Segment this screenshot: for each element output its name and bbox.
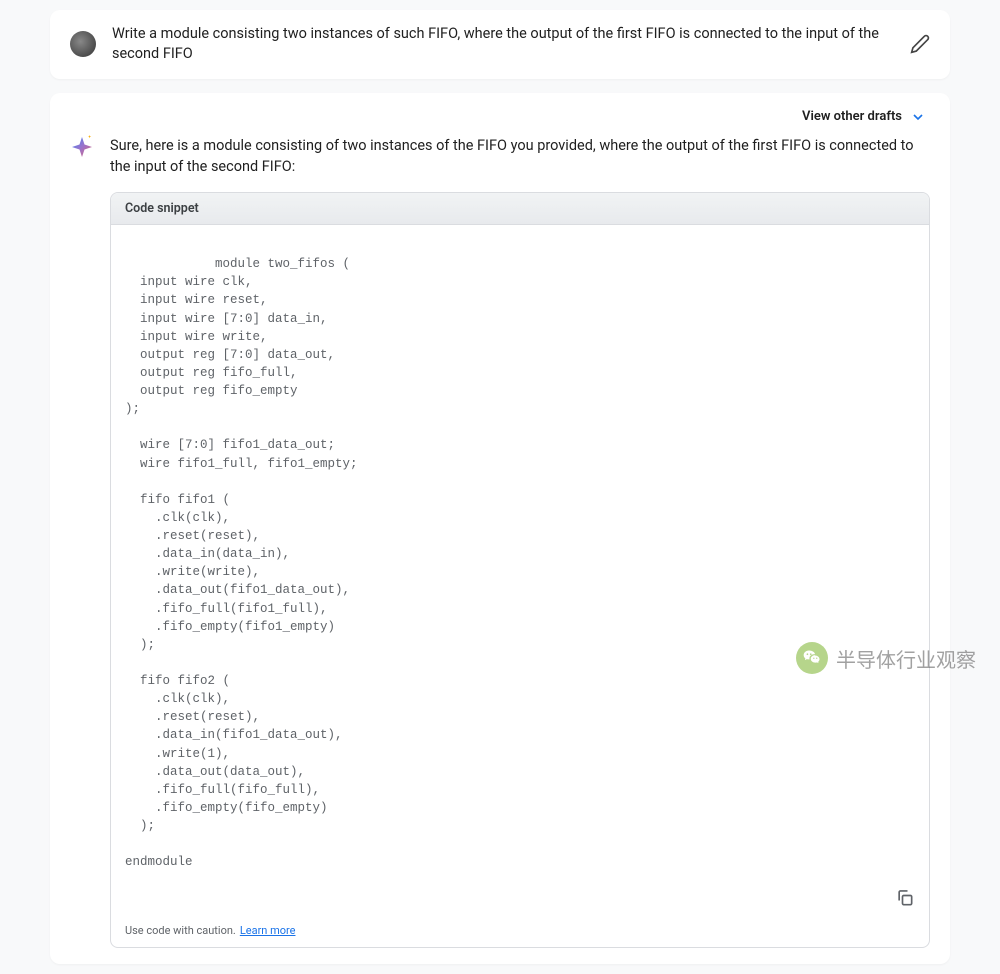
- code-content[interactable]: module two_fifos ( input wire clk, input…: [111, 225, 929, 916]
- edit-icon[interactable]: [910, 34, 930, 54]
- watermark-text: 半导体行业观察: [836, 644, 976, 673]
- response-card: View other drafts: [50, 93, 950, 964]
- wechat-icon: [796, 642, 828, 674]
- code-header-label: Code snippet: [111, 193, 929, 225]
- chevron-down-icon: [910, 109, 926, 125]
- copy-icon[interactable]: [895, 888, 915, 908]
- code-text: module two_fifos ( input wire clk, input…: [125, 257, 358, 869]
- code-block: Code snippet module two_fifos ( input wi…: [110, 192, 930, 948]
- view-drafts-toggle[interactable]: View other drafts: [70, 109, 930, 125]
- watermark: 半导体行业观察: [796, 642, 976, 674]
- learn-more-link[interactable]: Learn more: [240, 924, 296, 937]
- response-intro-text: Sure, here is a module consisting of two…: [110, 135, 930, 179]
- user-avatar: [70, 31, 96, 57]
- bard-sparkle-icon: [70, 135, 94, 159]
- user-message-card: Write a module consisting two instances …: [50, 10, 950, 79]
- view-drafts-label: View other drafts: [802, 109, 902, 124]
- caution-text: Use code with caution.: [125, 924, 236, 937]
- code-caution-row: Use code with caution. Learn more: [111, 916, 929, 947]
- user-message-text: Write a module consisting two instances …: [112, 24, 894, 65]
